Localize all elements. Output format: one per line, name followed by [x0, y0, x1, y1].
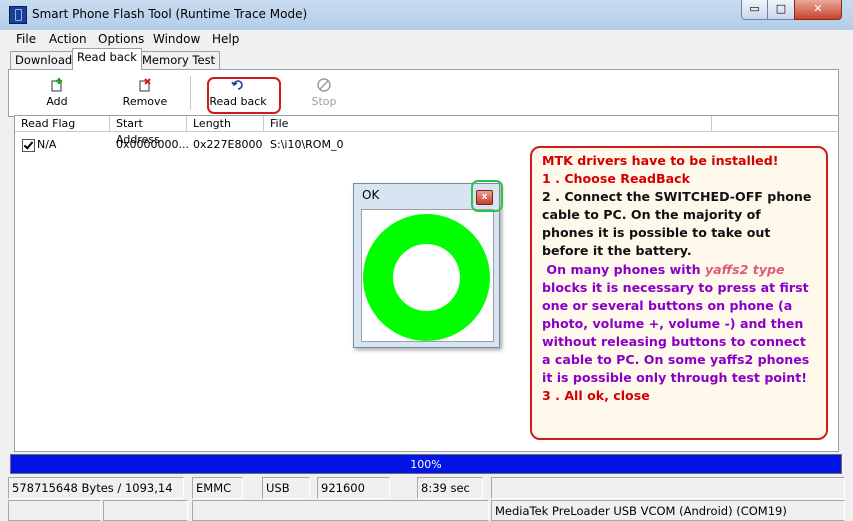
stop-icon	[317, 78, 331, 92]
stop-button[interactable]: Stop	[289, 70, 359, 114]
row-length: 0x227E8000	[193, 138, 263, 151]
app-icon	[9, 6, 27, 24]
note-yaffs-body: blocks it is necessary to press at first…	[542, 279, 810, 386]
dialog-body	[361, 209, 494, 342]
tab-strip: Download Read back Memory Test	[8, 48, 845, 70]
progress-bar: 100%	[10, 454, 842, 474]
close-highlight	[471, 180, 503, 212]
note-yaffs-type: yaffs2 type	[704, 261, 785, 277]
status-port: MediaTek PreLoader USB VCOM (Android) (C…	[491, 500, 845, 521]
read-back-highlight	[207, 77, 281, 114]
status-connection: USB	[262, 477, 310, 499]
note-line-drivers: MTK drivers have to be installed!	[542, 153, 779, 168]
tab-download[interactable]: Download	[10, 51, 78, 69]
row-file: S:\i10\ROM_0	[270, 138, 344, 151]
row-flag: N/A	[37, 138, 57, 151]
add-label: Add	[46, 95, 68, 108]
col-read-flag[interactable]: Read Flag	[15, 116, 110, 132]
menu-options[interactable]: Options	[98, 32, 144, 46]
col-empty	[712, 116, 838, 132]
remove-icon	[139, 78, 151, 92]
progress-label: 100%	[410, 458, 442, 471]
col-length[interactable]: Length	[187, 116, 264, 132]
row-checkbox[interactable]	[22, 139, 35, 152]
col-start-address[interactable]: Start Address	[110, 116, 187, 146]
note-line-step1: 1 . Choose ReadBack	[542, 171, 690, 187]
status-storage: EMMC	[192, 477, 243, 499]
dialog-title: OK	[362, 188, 380, 202]
instructions-note: MTK drivers have to be installed! 1 . Ch…	[530, 146, 828, 440]
tab-read-back[interactable]: Read back	[72, 48, 142, 70]
menu-file[interactable]: File	[16, 32, 36, 46]
menu-window[interactable]: Window	[153, 32, 200, 46]
status-cell-3	[192, 500, 489, 521]
add-button[interactable]: Add	[22, 70, 92, 114]
note-line-step3: 3 . All ok, close	[542, 388, 650, 404]
note-line-yaffs: On many phones with yaffs2 type blocks i…	[542, 261, 816, 388]
status-cell-1	[8, 500, 101, 521]
minimize-button[interactable]: ▭	[741, 0, 768, 20]
status-bytes: 578715648 Bytes / 1093,14 KBps	[8, 477, 184, 515]
toolbar: Add Remove Read back Stop	[8, 69, 839, 117]
maximize-button[interactable]: □	[767, 0, 795, 20]
menu-bar: File Action Options Window Help	[8, 30, 845, 48]
status-cell-2	[103, 500, 188, 521]
col-file[interactable]: File	[264, 116, 712, 132]
main-window: Smart Phone Flash Tool (Runtime Trace Mo…	[0, 0, 853, 521]
stop-label: Stop	[311, 95, 337, 108]
green-ring-icon	[363, 214, 490, 341]
note-line-step2: 2 . Connect the SWITCHED-OFF phone cable…	[542, 189, 812, 259]
menu-help[interactable]: Help	[212, 32, 239, 46]
status-empty	[491, 477, 845, 499]
note-yaffs-intro: On many phones with	[546, 261, 705, 277]
toolbar-separator	[190, 76, 191, 110]
menu-action[interactable]: Action	[49, 32, 87, 46]
remove-label: Remove	[122, 95, 168, 108]
close-button[interactable]: ✕	[794, 0, 842, 20]
tab-memory-test[interactable]: Memory Test	[137, 51, 221, 69]
status-time: 8:39 sec	[417, 477, 483, 499]
row-start-address: 0x0000000...	[116, 138, 189, 151]
add-icon	[51, 78, 62, 92]
window-title: Smart Phone Flash Tool (Runtime Trace Mo…	[32, 7, 308, 21]
status-baud: 921600 bps	[317, 477, 390, 515]
remove-button[interactable]: Remove	[110, 70, 180, 114]
title-bar[interactable]: Smart Phone Flash Tool (Runtime Trace Mo…	[0, 0, 853, 30]
